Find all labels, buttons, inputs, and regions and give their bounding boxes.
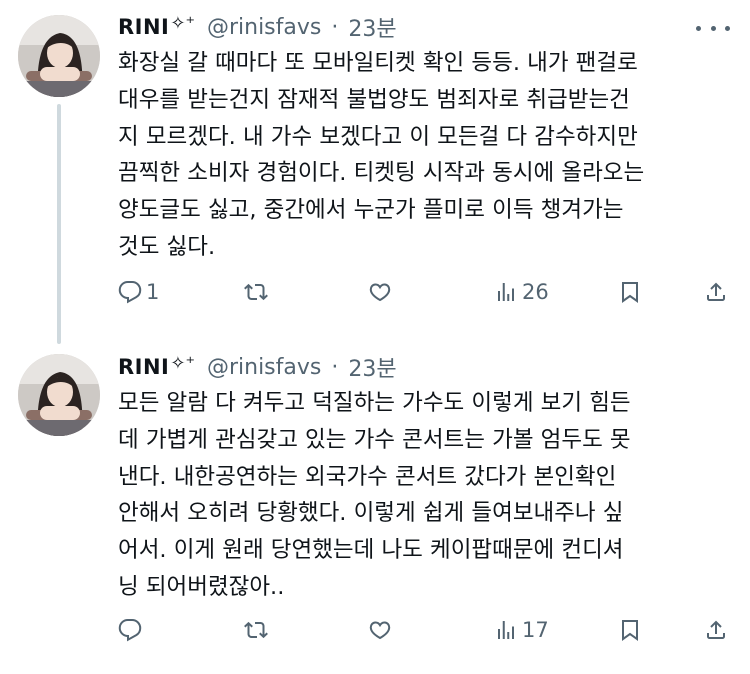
tweet-text: 모든 알람 다 켜두고 덕질하는 가수도 이렇게 보기 힘든 데 가볍게 관심갖… [118, 385, 730, 606]
tweet-text-line: 안해서 오히려 당황했다. 이렇게 쉽게 들여보내주나 싶 [118, 500, 624, 527]
tweet-text-line: 화장실 갈 때마다 또 모바일티켓 확인 등등. 내가 팬걸로 [118, 50, 638, 76]
tweet-text-line: 것도 싫다. [118, 233, 216, 260]
tweet-text-line: 지 모르겠다. 내 가수 보겠다고 이 모든걸 다 감수하지만 [118, 123, 638, 150]
reply-icon [118, 281, 142, 304]
tweet-text: 화장실 갈 때마다 또 모바일티켓 확인 등등. 내가 팬걸로 대우를 받는건지… [118, 45, 730, 266]
retweet-button[interactable] [244, 618, 272, 642]
tweet-text-line: 모든 알람 다 켜두고 덕질하는 가수도 이렇게 보기 힘든 [118, 390, 631, 416]
tweet-text-line: 끔찍한 소비자 경험이다. 티켓팅 시작과 동시에 올라오는 [118, 160, 645, 187]
view-count: 26 [522, 280, 549, 304]
display-name[interactable]: RINI [118, 355, 169, 379]
share-icon [707, 620, 725, 639]
reply-button[interactable] [118, 618, 146, 642]
heart-icon [369, 621, 391, 640]
bookmark-button[interactable] [618, 618, 642, 642]
bookmark-icon [622, 620, 638, 641]
tweet-header: RINI ✧⁺ @rinisfavs · 23분 [118, 351, 397, 383]
more-icon [725, 25, 730, 31]
more-icon [696, 25, 701, 31]
view-count: 17 [522, 618, 549, 642]
views-button[interactable]: 26 [494, 280, 549, 304]
tweet[interactable]: RINI ✧⁺ @rinisfavs · 23분 모든 알람 다 켜두고 덕질하… [0, 340, 750, 674]
name-decoration: ✧⁺ [170, 352, 195, 374]
tweet-text-line: 낸다. 내한공연하는 외국가수 콘서트 갔다가 본인확인 [118, 463, 617, 490]
timestamp[interactable]: 23분 [348, 11, 396, 43]
share-button[interactable] [704, 280, 728, 304]
views-icon [498, 283, 514, 301]
thread-connector [57, 104, 61, 344]
more-icon [710, 25, 716, 31]
tweet[interactable]: RINI ✧⁺ @rinisfavs · 23분 화장실 갈 때마다 또 모바일… [0, 0, 750, 344]
tweet-text-line: 대우를 받는건지 잠재적 불법양도 범죄자로 취급받는건 [118, 86, 630, 113]
reply-button[interactable]: 1 [118, 280, 159, 304]
timestamp[interactable]: 23분 [348, 351, 396, 383]
bookmark-button[interactable] [618, 280, 642, 304]
tweet-text-line: 데 가볍게 관심갖고 있는 가수 콘서트는 가볼 엄두도 못 [118, 426, 631, 453]
separator-dot: · [331, 14, 339, 40]
like-button[interactable] [368, 280, 396, 304]
bookmark-icon [622, 282, 638, 303]
retweet-icon [244, 621, 268, 639]
avatar-image [18, 15, 100, 97]
avatar[interactable] [18, 354, 100, 436]
more-button[interactable] [696, 18, 730, 38]
retweet-button[interactable] [244, 280, 272, 304]
user-handle[interactable]: @rinisfavs [207, 15, 321, 40]
views-button[interactable]: 17 [494, 618, 549, 642]
like-button[interactable] [368, 618, 396, 642]
share-icon [707, 282, 725, 301]
avatar-image [18, 354, 100, 436]
tweet-text-line: 어서. 이게 원래 당연했는데 나도 케이팝때문에 컨디셔 [118, 537, 624, 564]
avatar[interactable] [18, 15, 100, 97]
reply-count: 1 [146, 280, 160, 304]
heart-icon [369, 283, 391, 302]
retweet-icon [244, 283, 268, 301]
user-handle[interactable]: @rinisfavs [207, 355, 321, 380]
reply-icon [118, 619, 142, 642]
tweet-text-line: 닝 되어버렸잖아.. [118, 573, 285, 600]
name-decoration: ✧⁺ [170, 12, 195, 34]
tweet-text-line: 양도글도 싫고, 중간에서 누군가 플미로 이득 챙겨가는 [118, 197, 624, 224]
separator-dot: · [331, 354, 339, 380]
share-button[interactable] [704, 618, 728, 642]
views-icon [498, 621, 514, 639]
display-name[interactable]: RINI [118, 15, 169, 39]
tweet-header: RINI ✧⁺ @rinisfavs · 23분 [118, 11, 397, 43]
